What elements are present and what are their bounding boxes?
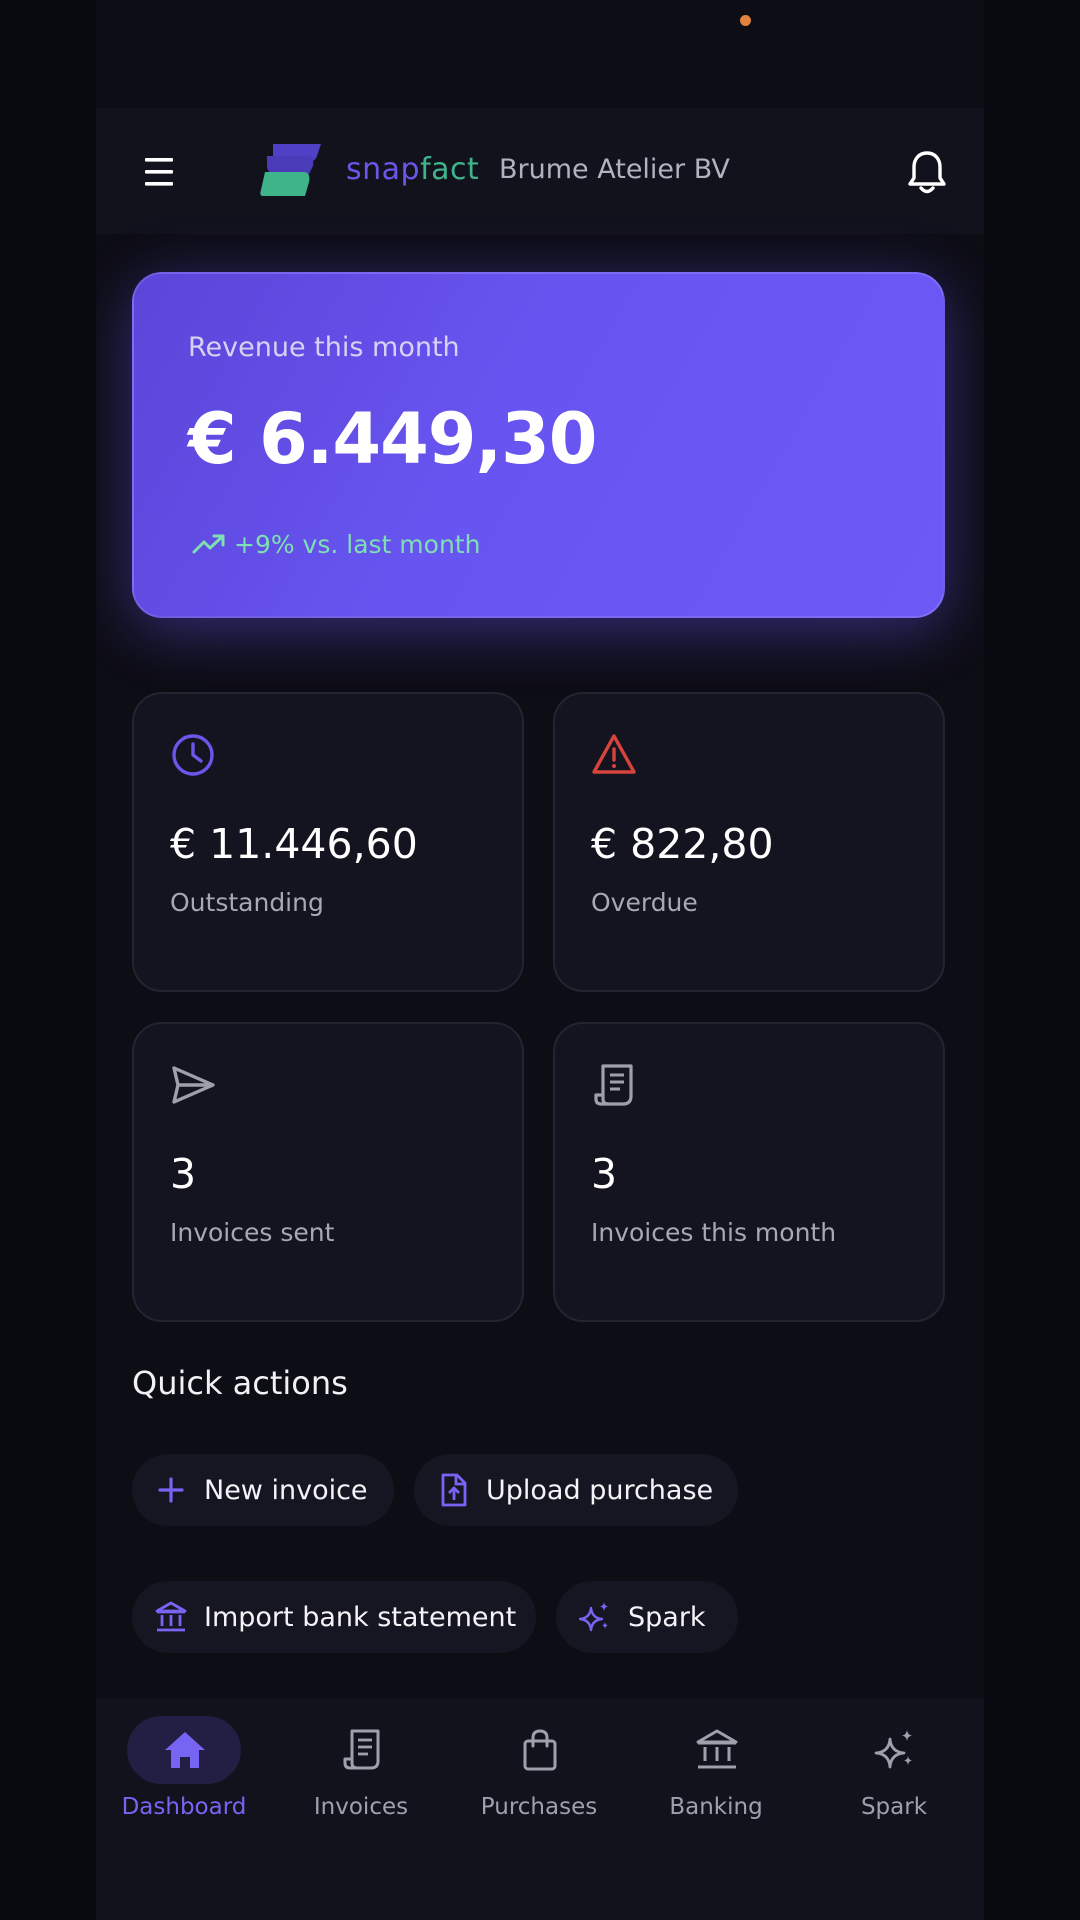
stat-card-outstanding[interactable]: € 11.446,60 Outstanding (132, 692, 524, 992)
app-header: snapfact Brume Atelier BV (96, 108, 984, 234)
revenue-value: € 6.449,30 (188, 398, 597, 480)
nav-item-invoices[interactable]: Invoices (273, 1716, 433, 1836)
upload-purchase-button[interactable]: Upload purchase (414, 1454, 738, 1526)
menu-icon[interactable] (145, 155, 175, 189)
spark-button[interactable]: Spark (556, 1581, 738, 1653)
brand-name-part: fact (420, 152, 480, 187)
sparkle-icon (874, 1730, 912, 1769)
warning-icon (592, 734, 636, 774)
nav-item-banking[interactable]: Banking (628, 1716, 788, 1836)
bell-icon[interactable] (906, 150, 948, 196)
app-screen: snapfact Brume Atelier BV Revenue this m… (96, 0, 984, 1920)
nav-label: Dashboard (121, 1794, 247, 1820)
stat-card-invoices-sent[interactable]: 3 Invoices sent (132, 1022, 524, 1322)
camera-indicator-dot (740, 15, 751, 26)
stat-label: Invoices this month (591, 1218, 837, 1247)
chip-label: Import bank statement (204, 1601, 517, 1633)
stat-value: € 822,80 (591, 820, 774, 868)
bank-icon (696, 1729, 738, 1769)
receipt-icon (594, 1064, 633, 1106)
stat-label: Invoices sent (170, 1218, 335, 1247)
company-name: Brume Atelier BV (499, 154, 730, 185)
stat-card-invoices-this-month[interactable]: 3 Invoices this month (553, 1022, 945, 1322)
nav-item-dashboard[interactable]: Dashboard (96, 1716, 256, 1836)
new-invoice-button[interactable]: New invoice (132, 1454, 394, 1526)
trending-up-icon (192, 534, 225, 554)
sparkle-icon (578, 1602, 608, 1632)
nav-item-spark[interactable]: Spark (806, 1716, 966, 1836)
nav-label: Invoices (313, 1794, 409, 1820)
stat-label: Outstanding (170, 888, 324, 917)
stat-label: Overdue (591, 888, 698, 917)
import-bank-statement-button[interactable]: Import bank statement (132, 1581, 536, 1653)
nav-label: Purchases (480, 1794, 598, 1820)
revenue-card[interactable]: Revenue this month € 6.449,30 +9% vs. la… (132, 272, 945, 618)
stat-value: 3 (170, 1150, 197, 1198)
revenue-trend: +9% vs. last month (234, 530, 481, 559)
stat-card-overdue[interactable]: € 822,80 Overdue (553, 692, 945, 992)
plus-icon (158, 1477, 184, 1503)
bottom-navigation: Dashboard Invoices Purchases Banking Spa… (96, 1698, 984, 1920)
nav-label: Banking (669, 1794, 763, 1820)
stat-value: € 11.446,60 (170, 820, 418, 868)
chip-label: Upload purchase (486, 1474, 714, 1506)
chip-label: New invoice (204, 1474, 368, 1506)
revenue-label: Revenue this month (188, 332, 460, 363)
file-upload-icon (441, 1473, 467, 1507)
snapfact-logo (260, 144, 321, 196)
home-icon (165, 1732, 205, 1768)
nav-label: Spark (860, 1794, 928, 1820)
nav-item-purchases[interactable]: Purchases (451, 1716, 611, 1836)
receipt-icon (343, 1729, 380, 1770)
send-icon (172, 1066, 215, 1104)
shopping-bag-icon (523, 1729, 557, 1771)
brand-name-part: snap (346, 152, 421, 187)
clock-icon (172, 734, 214, 776)
quick-actions-title: Quick actions (132, 1364, 348, 1402)
brand-name: snapfact (346, 152, 479, 187)
chip-label: Spark (628, 1601, 706, 1633)
bank-icon (155, 1601, 187, 1632)
stat-value: 3 (591, 1150, 618, 1198)
